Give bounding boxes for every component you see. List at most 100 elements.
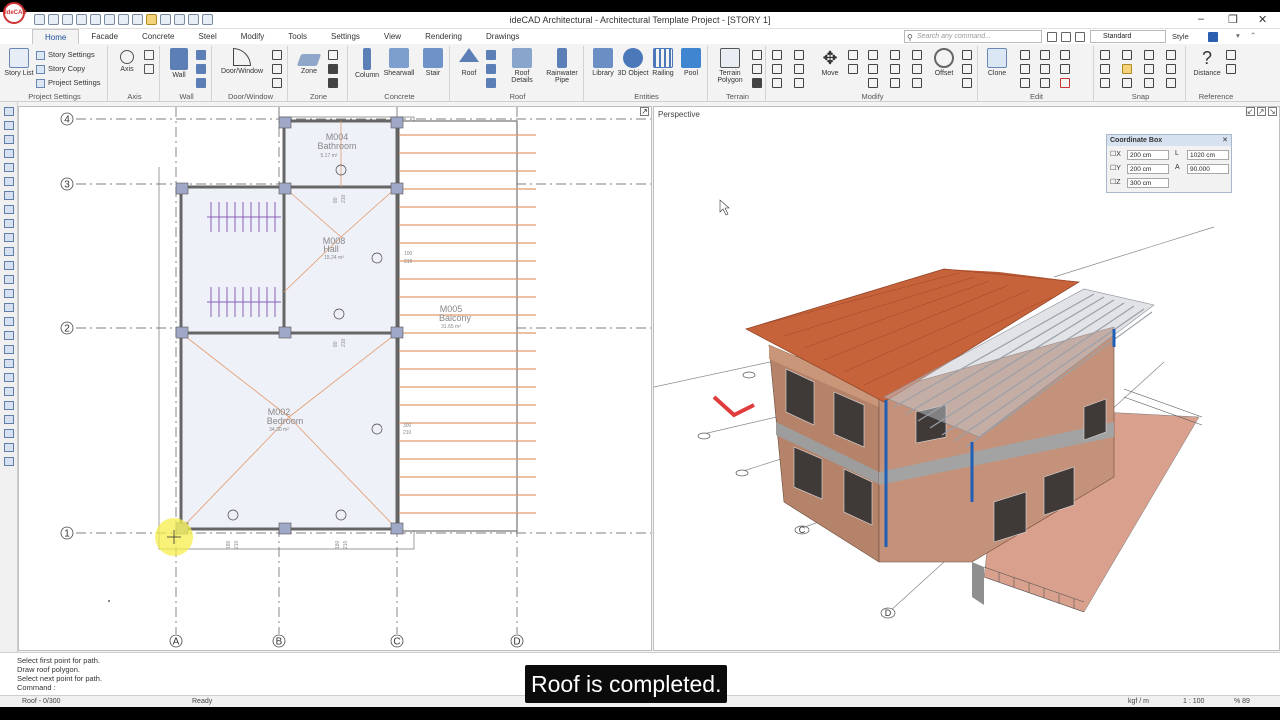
wall-tool3-icon[interactable] [196,78,206,88]
tool-16-icon[interactable] [3,317,14,326]
app-logo[interactable]: ideCAD [3,2,27,24]
roof-button[interactable]: Roof [452,48,486,77]
wall-tool-icon[interactable] [196,50,206,60]
tool-2-icon[interactable] [3,121,14,130]
viewport-expand-icon-2[interactable]: ↗ [1256,107,1266,116]
viewport-close-icon[interactable]: ↘ [1268,107,1277,116]
tab-rendering[interactable]: Rendering [413,29,474,44]
modify-tool9-icon[interactable] [868,50,878,60]
project-settings-button[interactable]: Project Settings [36,78,101,88]
tool-18-icon[interactable] [3,345,14,354]
snap-ortho-icon[interactable] [1166,50,1176,60]
axis-button[interactable]: Axis [110,50,144,73]
grid-icon[interactable] [1061,31,1071,42]
tool-12-icon[interactable] [3,261,14,270]
story-copy-button[interactable]: Story Copy [36,64,85,74]
modify-tool-icon[interactable] [772,50,782,60]
edit-tool9-icon[interactable] [1060,78,1070,88]
modify-tool3-icon[interactable] [772,78,782,88]
edit-tool4-icon[interactable] [1040,50,1050,60]
layers-icon[interactable] [1047,31,1057,42]
coord-x-checkbox[interactable]: ☐X [1110,150,1121,158]
modify-tool10-icon[interactable] [868,64,878,74]
coord-z-field[interactable]: 300 cm [1127,178,1169,188]
modify-tool4-icon[interactable] [794,50,804,60]
tool-21-icon[interactable] [3,387,14,396]
terrain-tool2-icon[interactable] [752,64,762,74]
edit-tool3-icon[interactable] [1020,78,1030,88]
zone-tool-icon[interactable] [328,50,338,60]
offset-button[interactable]: Offset [928,48,960,77]
tab-steel[interactable]: Steel [187,29,229,44]
window-tool-icon[interactable] [272,50,282,60]
modify-tool5-icon[interactable] [794,64,804,74]
terrain-tool-icon[interactable] [752,50,762,60]
modify-tool19-icon[interactable] [962,64,972,74]
coord-l-field[interactable]: 1020 cm [1187,150,1229,160]
plan-viewport[interactable]: 4 3 2 1 A B C D M004 Bathroom 5.17 m² M0… [18,106,652,651]
close-view-icon[interactable] [1075,31,1085,42]
tool-15-icon[interactable] [3,303,14,312]
tab-modify[interactable]: Modify [229,29,277,44]
status-units[interactable]: kgf / m [1128,698,1149,705]
perspective-viewport[interactable]: Perspective ↙ ↗ ↘ C D Coordinate Box ✕ ☐… [653,106,1280,651]
status-scale[interactable]: 1 : 100 [1183,698,1204,705]
reference-tool-icon[interactable] [1226,50,1236,60]
story-settings-button[interactable]: Story Settings [36,50,95,60]
door-window-button[interactable]: Door/Window [216,48,268,75]
snap-endpoint-icon[interactable] [1100,50,1110,60]
tool-23-icon[interactable] [3,415,14,424]
snap-midpoint-icon[interactable] [1100,64,1110,74]
distance-button[interactable]: ? Distance [1190,48,1224,77]
tool-17-icon[interactable] [3,331,14,340]
reference-tool2-icon[interactable] [1226,64,1236,74]
edit-tool6-icon[interactable] [1040,78,1050,88]
snap-perp-icon[interactable] [1144,50,1154,60]
tool-24-icon[interactable] [3,429,14,438]
tool-13-icon[interactable] [3,275,14,284]
tool-4-icon[interactable] [3,149,14,158]
modify-tool8-icon[interactable] [848,64,858,74]
tool-19-icon[interactable] [3,359,14,368]
help-icon[interactable] [1208,32,1218,42]
persp-axis-marker-1[interactable] [742,371,756,379]
modify-tool15-icon[interactable] [912,50,922,60]
edit-tool2-icon[interactable] [1020,64,1030,74]
tab-drawings[interactable]: Drawings [474,29,531,44]
wall-button[interactable]: Wall [162,48,196,79]
modify-tool17-icon[interactable] [912,78,922,88]
axis-tool2-icon[interactable] [144,64,154,74]
shearwall-button[interactable]: Shearwall [382,48,416,77]
tab-facade[interactable]: Facade [79,29,130,44]
modify-tool6-icon[interactable] [794,78,804,88]
tool-26-icon[interactable] [3,457,14,466]
tab-view[interactable]: View [372,29,413,44]
tool-14-icon[interactable] [3,289,14,298]
coord-y-checkbox[interactable]: ☐Y [1110,164,1121,172]
zone-button[interactable]: Zone [292,50,326,75]
clone-button[interactable]: Clone [980,48,1014,77]
roof-details-button[interactable]: Roof Details [504,48,540,84]
minimize-icon[interactable]: – [1198,13,1204,25]
wall-tool2-icon[interactable] [196,64,206,74]
pool-button[interactable]: Pool [674,48,708,77]
ribbon-pin-icon[interactable]: ⌃ [1250,31,1256,40]
snap-active-icon[interactable] [1122,64,1132,74]
style-label[interactable]: Style [1172,32,1189,41]
snap-track-icon[interactable] [1166,78,1176,88]
tool-5-icon[interactable] [3,163,14,172]
tab-concrete[interactable]: Concrete [130,29,186,44]
maximize-icon[interactable]: ❐ [1228,13,1238,26]
coord-a-field[interactable]: 90.000 [1187,164,1229,174]
edit-tool-icon[interactable] [1020,50,1030,60]
tool-10-icon[interactable] [3,233,14,242]
modify-tool12-icon[interactable] [890,50,900,60]
modify-tool14-icon[interactable] [890,78,900,88]
tab-home[interactable]: Home [32,29,80,44]
tool-25-icon[interactable] [3,443,14,452]
edit-tool7-icon[interactable] [1060,50,1070,60]
edit-tool8-icon[interactable] [1060,64,1070,74]
library-button[interactable]: Library [586,48,620,77]
move-button[interactable]: ✥ Move [814,48,846,77]
roof-tool-icon[interactable] [486,50,496,60]
